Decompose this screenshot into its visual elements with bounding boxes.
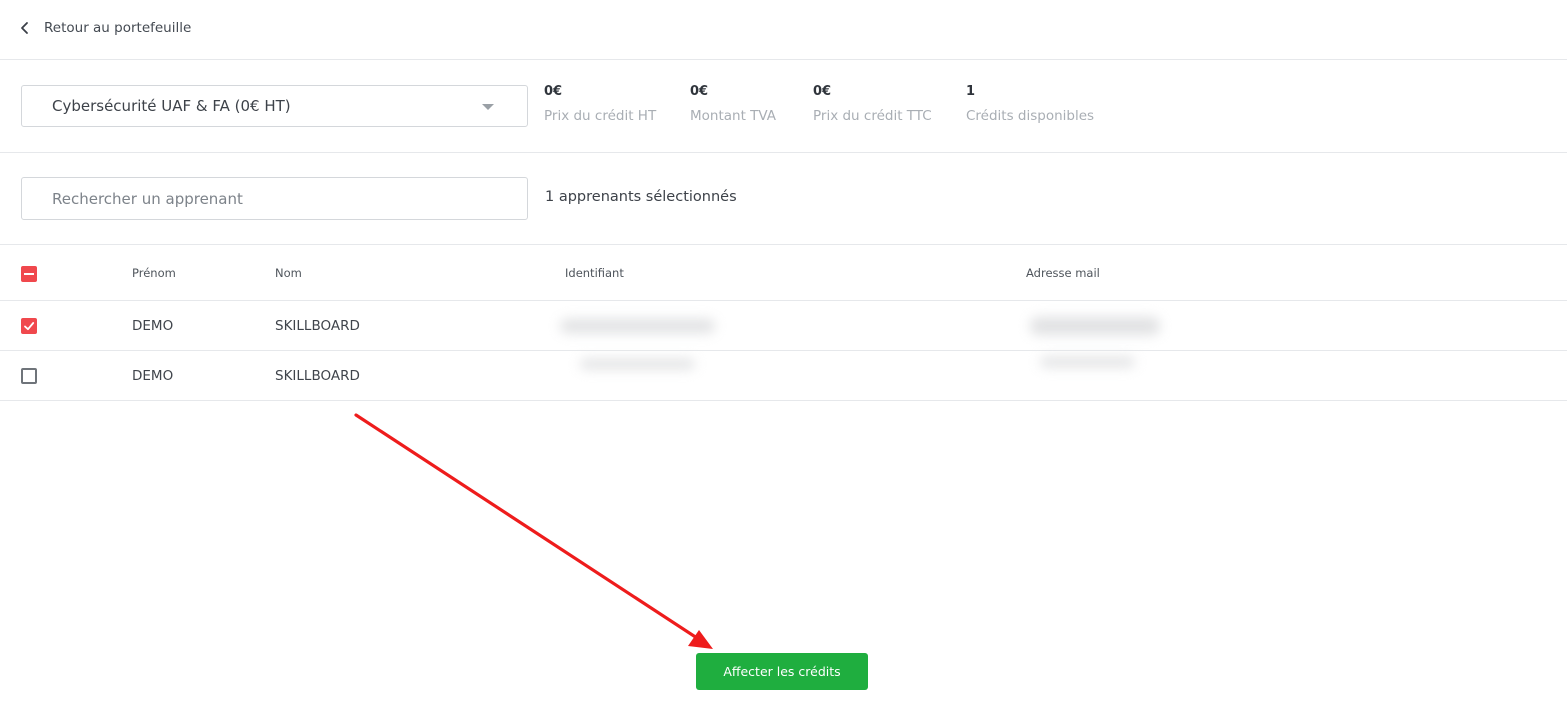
- table-header: Prénom Nom Identifiant Adresse mail: [0, 245, 1567, 301]
- stat-label: Prix du crédit HT: [544, 108, 657, 124]
- offer-select[interactable]: Cybersécurité UAF & FA (0€ HT): [21, 85, 528, 127]
- chevron-left-icon: [21, 22, 28, 34]
- stat-price-ttc: 0€ Prix du crédit TTC: [813, 84, 932, 124]
- stat-label: Crédits disponibles: [966, 108, 1095, 124]
- column-header-last-name: Nom: [275, 266, 302, 280]
- stat-value: 1: [966, 84, 976, 99]
- caret-down-icon: [482, 104, 494, 110]
- back-link-label: Retour au portefeuille: [44, 20, 192, 36]
- credit-selection-row: Cybersécurité UAF & FA (0€ HT) 0€ Prix d…: [0, 60, 1567, 153]
- column-header-email: Adresse mail: [1026, 266, 1100, 280]
- blurred-identifier: [560, 319, 715, 333]
- selected-learners-count: 1 apprenants sélectionnés: [545, 189, 737, 205]
- stat-price-ht: 0€ Prix du crédit HT: [544, 84, 656, 124]
- blurred-email: [1030, 317, 1160, 335]
- checkmark-icon: [24, 322, 35, 331]
- select-all-checkbox[interactable]: [21, 266, 37, 282]
- column-header-first-name: Prénom: [132, 266, 176, 280]
- column-header-identifier: Identifiant: [565, 266, 624, 280]
- stat-available-credits: 1 Crédits disponibles: [966, 84, 1094, 124]
- blurred-email: [1040, 357, 1135, 367]
- stat-value: 0€: [690, 84, 709, 99]
- assign-credits-button[interactable]: Affecter les crédits: [696, 653, 868, 690]
- row-checkbox-unchecked[interactable]: [21, 368, 37, 384]
- table-row[interactable]: DEMO SKILLBOARD: [0, 301, 1567, 351]
- offer-select-value: Cybersécurité UAF & FA (0€ HT): [52, 97, 291, 115]
- cell-first-name: DEMO: [132, 368, 174, 384]
- row-checkbox-checked[interactable]: [21, 318, 37, 334]
- top-bar: Retour au portefeuille: [0, 0, 1567, 60]
- learners-table: Prénom Nom Identifiant Adresse mail DEMO…: [0, 245, 1567, 401]
- cell-last-name: SKILLBOARD: [275, 318, 360, 334]
- stat-label: Prix du crédit TTC: [813, 108, 932, 124]
- learner-search-input[interactable]: [21, 177, 528, 220]
- stat-value: 0€: [813, 84, 832, 99]
- stat-label: Montant TVA: [690, 108, 777, 124]
- back-to-wallet-link[interactable]: Retour au portefeuille: [18, 16, 191, 40]
- cell-first-name: DEMO: [132, 318, 174, 334]
- table-row[interactable]: DEMO SKILLBOARD: [0, 351, 1567, 401]
- blurred-identifier: [580, 359, 695, 369]
- stat-vat-amount: 0€ Montant TVA: [690, 84, 776, 124]
- stat-value: 0€: [544, 84, 563, 99]
- search-row: 1 apprenants sélectionnés: [0, 153, 1567, 245]
- cell-last-name: SKILLBOARD: [275, 368, 360, 384]
